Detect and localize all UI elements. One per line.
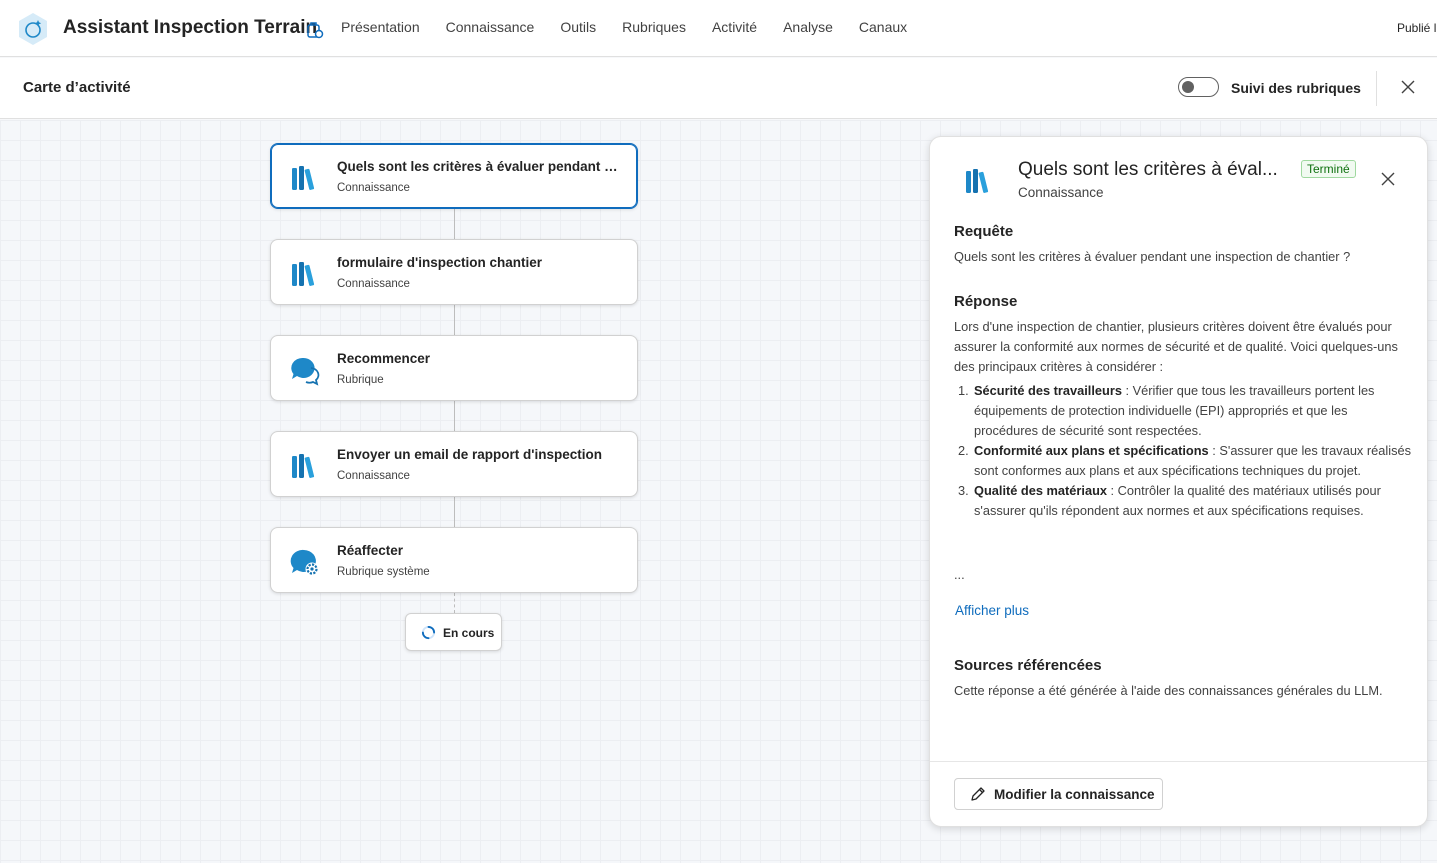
- node-type: Connaissance: [337, 278, 410, 290]
- pencil-icon: [971, 787, 985, 801]
- divider: [1376, 71, 1377, 106]
- list-item: 2. Conformité aux plans et spécifications…: [958, 443, 1411, 478]
- sources-text: Cette réponse a été générée à l'aide des…: [954, 683, 1383, 698]
- publish-status: Publié l: [1397, 21, 1437, 35]
- truncation-ellipsis: ...: [954, 567, 965, 582]
- node-title: Réaffecter: [337, 543, 404, 558]
- activity-node-2[interactable]: formulaire d'inspection chantier Connais…: [270, 239, 638, 305]
- agent-settings-icon[interactable]: [305, 20, 325, 40]
- panel-title: Quels sont les critères à éval...: [1018, 159, 1278, 180]
- response-heading: Réponse: [954, 293, 1018, 310]
- nav-presentation[interactable]: Présentation: [341, 19, 420, 35]
- node-title: formulaire d'inspection chantier: [337, 255, 542, 270]
- books-icon: [966, 169, 989, 193]
- page-title: Carte d’activité: [23, 79, 131, 96]
- activity-map-header: Carte d’activité Suivi des rubriques: [0, 58, 1437, 119]
- sources-heading: Sources référencées: [954, 657, 1102, 674]
- toggle-knob: [1182, 81, 1194, 93]
- chat-bubbles-icon: [291, 357, 320, 386]
- connector-line: [454, 497, 455, 527]
- activity-node-1[interactable]: Quels sont les critères à évaluer pendan…: [270, 143, 638, 209]
- nav-outils[interactable]: Outils: [560, 19, 596, 35]
- nav-analyse[interactable]: Analyse: [783, 19, 833, 35]
- response-intro: Lors d'une inspection de chantier, plusi…: [954, 319, 1398, 374]
- node-title: Recommencer: [337, 351, 431, 366]
- node-title: Envoyer un email de rapport d'inspection: [337, 447, 603, 462]
- node-type: Rubrique système: [337, 566, 430, 578]
- edit-knowledge-label: Modifier la connaissance: [994, 787, 1155, 802]
- list-item: 3. Qualité des matériaux : Contrôler la q…: [958, 483, 1381, 518]
- close-panel-icon[interactable]: [1380, 171, 1396, 187]
- connector-line: [454, 209, 455, 239]
- status-badge: Terminé: [1301, 160, 1356, 178]
- query-text: Quels sont les critères à évaluer pendan…: [954, 249, 1351, 264]
- show-more-link[interactable]: Afficher plus: [955, 603, 1029, 618]
- spinner-icon: [421, 625, 436, 640]
- activity-node-4[interactable]: Envoyer un email de rapport d'inspection…: [270, 431, 638, 497]
- edit-knowledge-button[interactable]: Modifier la connaissance: [954, 778, 1163, 810]
- top-bar: Assistant Inspection Terrain Présentatio…: [0, 0, 1437, 57]
- topic-tracking-label: Suivi des rubriques: [1231, 80, 1361, 96]
- nav-rubriques[interactable]: Rubriques: [622, 19, 686, 35]
- books-icon: [292, 166, 315, 190]
- books-icon: [292, 262, 315, 286]
- activity-node-3[interactable]: Recommencer Rubrique: [270, 335, 638, 401]
- detail-panel: Quels sont les critères à éval... Termin…: [929, 136, 1428, 827]
- nav-activite[interactable]: Activité: [712, 19, 757, 35]
- nav-canaux[interactable]: Canaux: [859, 19, 907, 35]
- books-icon: [292, 454, 315, 478]
- panel-subtitle: Connaissance: [1018, 185, 1104, 200]
- close-icon[interactable]: [1399, 78, 1417, 96]
- in-progress-status: En cours: [405, 613, 502, 651]
- connector-line: [454, 305, 455, 335]
- topic-tracking-toggle[interactable]: [1178, 77, 1219, 97]
- node-type: Connaissance: [337, 182, 410, 194]
- response-list: 1. Sécurité des travailleurs : Vérifier q…: [954, 381, 1414, 521]
- query-heading: Requête: [954, 223, 1014, 240]
- connector-line-pending: [454, 593, 455, 613]
- activity-node-5[interactable]: Réaffecter Rubrique système: [270, 527, 638, 593]
- agent-logo-icon[interactable]: [16, 12, 50, 46]
- list-item: 1. Sécurité des travailleurs : Vérifier q…: [958, 383, 1375, 438]
- footer-divider: [930, 761, 1427, 762]
- connector-line: [454, 401, 455, 431]
- node-type: Rubrique: [337, 374, 384, 386]
- node-type: Connaissance: [337, 470, 410, 482]
- nav-connaissance[interactable]: Connaissance: [446, 19, 535, 35]
- agent-title: Assistant Inspection Terrain: [63, 17, 318, 38]
- status-label: En cours: [443, 626, 495, 640]
- node-title: Quels sont les critères à évaluer pendan…: [337, 159, 623, 174]
- chat-gear-icon: [290, 549, 319, 576]
- main-nav: Présentation Connaissance Outils Rubriqu…: [341, 19, 933, 35]
